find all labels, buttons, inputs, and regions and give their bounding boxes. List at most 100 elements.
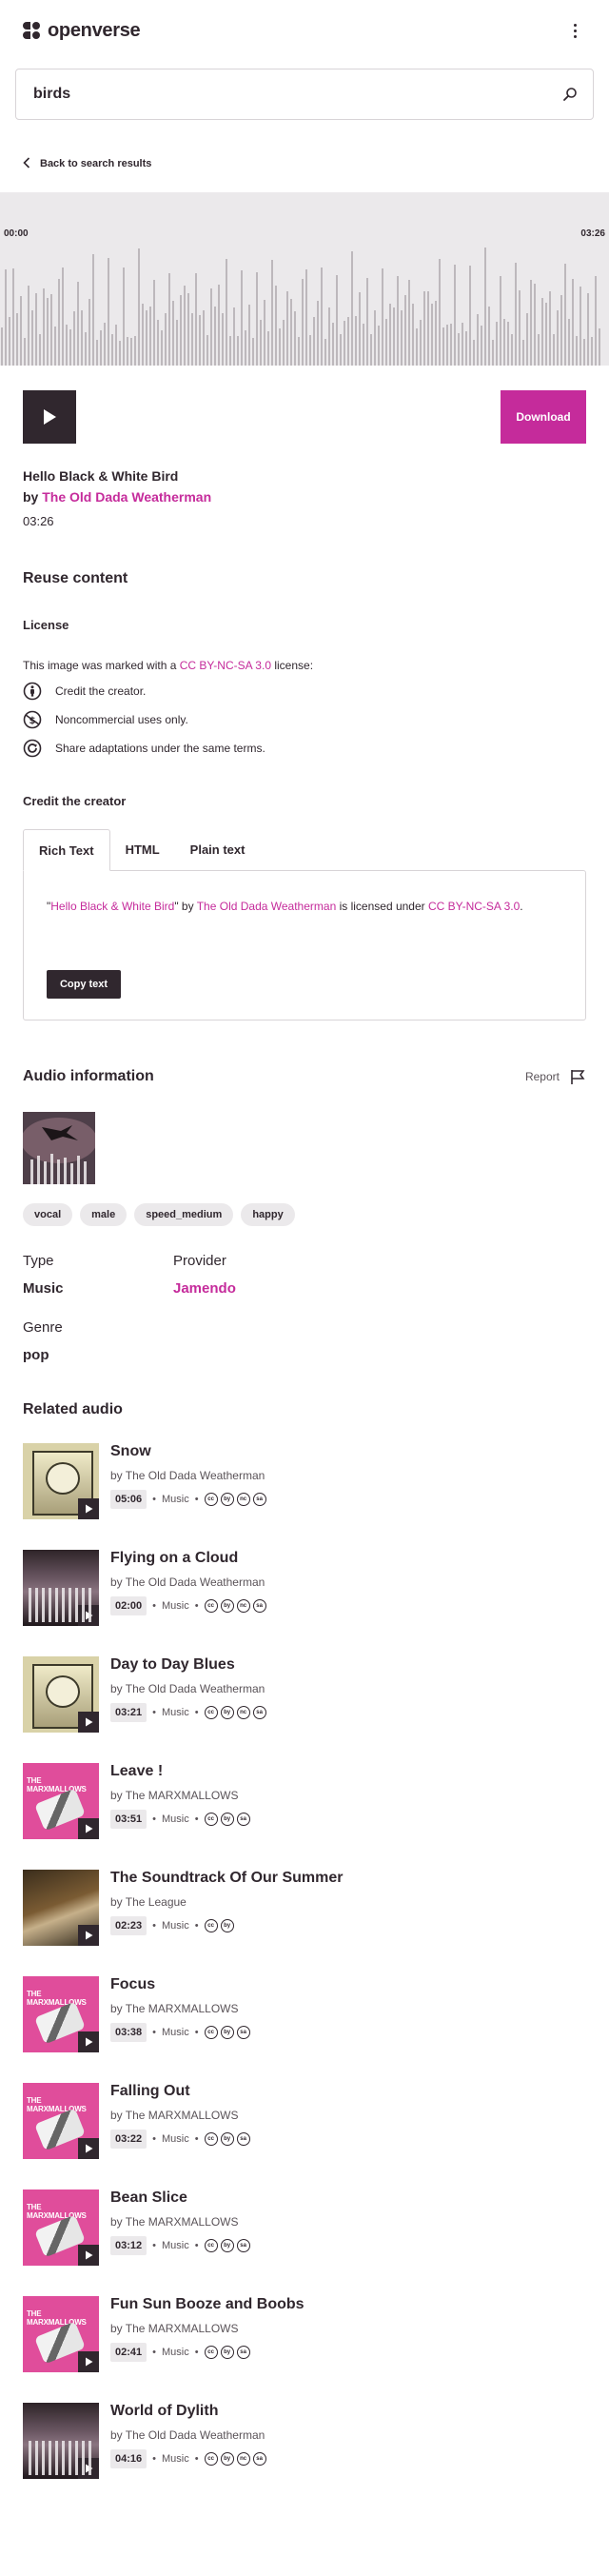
tag-male[interactable]: male (80, 1203, 128, 1226)
tag-vocal[interactable]: vocal (23, 1203, 73, 1226)
search-input[interactable] (33, 86, 509, 103)
site-header: openverse (0, 0, 609, 61)
waveform-bar (431, 304, 433, 366)
license-link[interactable]: CC BY-NC-SA 3.0 (180, 659, 271, 672)
related-title[interactable]: Fun Sun Booze and Boobs (110, 2296, 304, 2313)
related-item[interactable]: Flying on a Cloud by The Old Dada Weathe… (23, 1550, 586, 1626)
license-by-icon: by (220, 2026, 234, 2039)
play-icon[interactable] (78, 1498, 99, 1519)
related-duration: 03:22 (110, 2130, 147, 2149)
play-icon[interactable] (78, 2458, 99, 2479)
related-title[interactable]: Falling Out (110, 2083, 250, 2100)
related-item[interactable]: World of Dylith by The Old Dada Weatherm… (23, 2403, 586, 2479)
download-button[interactable]: Download (501, 390, 586, 444)
genre-label: Genre (23, 1319, 63, 1336)
license-cc-icon: cc (204, 2026, 218, 2039)
waveform-bar (427, 291, 429, 366)
tab-plain-text[interactable]: Plain text (175, 829, 261, 870)
play-icon[interactable] (78, 1818, 99, 1839)
play-icon[interactable] (78, 1925, 99, 1946)
waveform-bar (16, 313, 18, 366)
attrib-artist-link[interactable]: The Old Dada Weatherman (197, 900, 337, 913)
waveform-bar (458, 332, 460, 366)
attrib-title-link[interactable]: Hello Black & White Bird (50, 900, 174, 913)
waveform-bar (279, 328, 281, 366)
waveform-bar (199, 315, 201, 366)
play-icon[interactable] (78, 2031, 99, 2052)
license-cc-icon: cc (204, 2132, 218, 2146)
related-title[interactable]: Flying on a Cloud (110, 1550, 266, 1567)
attribution-text: "Hello Black & White Bird" by The Old Da… (47, 900, 523, 913)
waveform-bar (66, 325, 68, 366)
license-by-icon: by (220, 1493, 234, 1506)
bullet: • (194, 2027, 199, 2038)
license-icons: cc by nc sa (204, 1706, 266, 1719)
waveform-bar (47, 298, 49, 366)
related-artist: by The Old Dada Weatherman (110, 2428, 265, 2442)
tag-happy[interactable]: happy (241, 1203, 295, 1226)
related-item[interactable]: Focus by The MARXMALLOWS 03:38 • Music •… (23, 1976, 586, 2052)
related-item[interactable]: Day to Day Blues by The Old Dada Weather… (23, 1656, 586, 1733)
artist-link[interactable]: The Old Dada Weatherman (42, 489, 211, 505)
related-item[interactable]: Falling Out by The MARXMALLOWS 03:22 • M… (23, 2083, 586, 2159)
attrib-license-link[interactable]: CC BY-NC-SA 3.0 (428, 900, 520, 913)
related-item[interactable]: Snow by The Old Dada Weatherman 05:06 • … (23, 1443, 586, 1519)
play-button[interactable] (23, 390, 76, 444)
waveform-bar (104, 322, 106, 366)
related-item[interactable]: Leave ! by The MARXMALLOWS 03:51 • Music… (23, 1763, 586, 1839)
by-text: by (23, 489, 39, 505)
waveform-bar (172, 301, 174, 366)
time-end: 03:26 (580, 228, 605, 239)
related-thumbnail (23, 1656, 99, 1733)
report-button[interactable]: Report (525, 1068, 586, 1085)
license-sa-icon: sa (252, 1599, 266, 1613)
tab-rich-text[interactable]: Rich Text (23, 829, 110, 871)
waveform-bar (245, 329, 246, 366)
related-title[interactable]: World of Dylith (110, 2403, 266, 2420)
waveform-bar (515, 263, 517, 366)
provider-link[interactable]: Jamendo (173, 1280, 586, 1297)
related-artist: by The League (110, 1895, 187, 1909)
reuse-heading: Reuse content (23, 570, 128, 586)
related-title[interactable]: Day to Day Blues (110, 1656, 266, 1674)
waveform-bar (313, 317, 315, 366)
related-title[interactable]: Snow (110, 1443, 266, 1460)
related-item[interactable]: Fun Sun Booze and Boobs by The MARXMALLO… (23, 2296, 586, 2372)
tab-html[interactable]: HTML (110, 829, 175, 870)
waveform-bar (344, 321, 345, 366)
menu-kebab-icon[interactable] (563, 19, 586, 42)
search-icon[interactable] (562, 87, 578, 102)
related-title[interactable]: The Soundtrack Of Our Summer (110, 1870, 343, 1887)
related-title[interactable]: Focus (110, 1976, 250, 1993)
openverse-logo[interactable]: openverse (23, 19, 141, 42)
tag-speed-medium[interactable]: speed_medium (134, 1203, 234, 1226)
search-bar (15, 69, 594, 120)
waveform-bar (309, 335, 311, 366)
bullet: • (194, 1813, 199, 1825)
waveform-bar (1, 327, 3, 366)
play-icon[interactable] (78, 2245, 99, 2266)
related-category: Music (162, 1600, 189, 1612)
related-title[interactable]: Bean Slice (110, 2190, 250, 2207)
related-title[interactable]: Leave ! (110, 1763, 250, 1780)
related-item[interactable]: Bean Slice by The MARXMALLOWS 03:12 • Mu… (23, 2190, 586, 2266)
license-sa-icon: sa (236, 2346, 250, 2359)
logo-text: openverse (48, 19, 141, 41)
waveform-bar (522, 340, 524, 366)
waveform-bar (576, 335, 578, 366)
back-to-results-link[interactable]: Back to search results (23, 156, 609, 171)
waveform-bar (484, 247, 486, 366)
audio-waveform[interactable]: 00:00 03:26 (0, 192, 609, 366)
waveform-bar (355, 316, 357, 366)
copy-text-button[interactable]: Copy text (47, 970, 121, 999)
related-item[interactable]: The Soundtrack Of Our Summer by The Leag… (23, 1870, 586, 1946)
waveform-bar (500, 276, 501, 366)
related-category: Music (162, 2347, 189, 2358)
play-icon[interactable] (78, 2138, 99, 2159)
waveform-bar (35, 292, 37, 366)
play-icon[interactable] (78, 1712, 99, 1733)
waveform-bar (58, 278, 60, 366)
play-icon[interactable] (78, 2351, 99, 2372)
play-icon[interactable] (78, 1605, 99, 1626)
waveform-bar (557, 309, 559, 366)
